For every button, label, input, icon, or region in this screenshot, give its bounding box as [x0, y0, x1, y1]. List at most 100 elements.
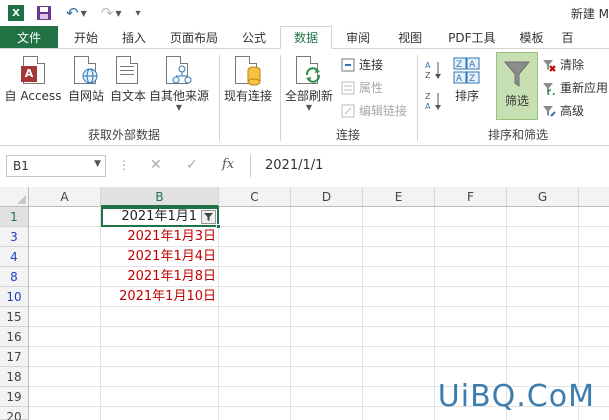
tab-file[interactable]: 文件 — [0, 26, 58, 48]
properties-icon — [341, 81, 355, 94]
group-label-sort-filter: 排序和筛选 — [488, 128, 549, 142]
table-row — [29, 327, 609, 347]
ribbon-data: A 自 Access 自网站 自文本 自其他来源 ▼ 获取外部数据 现有连接 全… — [0, 49, 609, 146]
title-bar: X ↶ ▼ ↷ ▼ ▾ 新建 M — [0, 0, 609, 26]
filter-button[interactable]: 筛选 — [496, 52, 538, 120]
group-separator — [417, 55, 418, 141]
undo-dropdown-icon[interactable]: ▼ — [81, 9, 87, 18]
row-header[interactable]: 3 — [0, 227, 29, 247]
existing-connections-icon — [235, 56, 261, 86]
row-header[interactable]: 1 — [0, 207, 29, 227]
sort-label: 排序 — [454, 89, 479, 103]
tab-data[interactable]: 数据 — [280, 26, 333, 49]
cell-b1[interactable]: 2021年1月1 — [101, 207, 221, 229]
tab-pdf-tools[interactable]: PDF工具 — [436, 26, 507, 48]
reapply-button[interactable]: 重新应用 — [542, 79, 608, 96]
refresh-icon — [296, 56, 322, 86]
filter-label: 筛选 — [504, 94, 529, 108]
column-header-f[interactable]: F — [435, 187, 507, 207]
svg-text:A: A — [456, 74, 463, 84]
sort-button[interactable]: ZAAZ 排序 — [448, 56, 486, 103]
sort-descending-icon[interactable]: ZA — [425, 91, 443, 111]
autofilter-dropdown-button[interactable] — [201, 210, 216, 224]
advanced-label: 高级 — [560, 104, 585, 118]
tab-insert[interactable]: 插入 — [108, 26, 160, 48]
column-header-b[interactable]: B — [101, 187, 219, 207]
table-row — [29, 347, 609, 367]
cell-b[interactable]: 2021年1月3日 — [101, 227, 219, 247]
row-header[interactable]: 4 — [0, 247, 29, 267]
access-icon: A — [21, 56, 45, 86]
group-label-connections: 连接 — [336, 128, 361, 142]
select-all-corner[interactable] — [0, 187, 29, 207]
svg-text:A: A — [469, 60, 476, 70]
properties-label: 属性 — [359, 81, 384, 95]
edit-links-button[interactable]: 编辑链接 — [341, 102, 407, 119]
cancel-icon[interactable]: ✕ — [150, 157, 162, 173]
tab-view[interactable]: 视图 — [384, 26, 436, 48]
other-sources-icon — [166, 56, 192, 86]
tab-templates[interactable]: 模板 — [508, 26, 556, 48]
enter-icon[interactable]: ✓ — [186, 157, 198, 173]
row-header[interactable]: 15 — [0, 307, 29, 327]
edit-links-icon — [341, 104, 355, 117]
from-text-button[interactable]: 自文本 — [107, 56, 149, 103]
connections-label: 连接 — [359, 58, 384, 72]
formula-input[interactable]: 2021/1/1 — [250, 155, 609, 177]
clear-filter-button[interactable]: 清除 — [542, 56, 584, 73]
insert-function-icon[interactable]: fx — [222, 157, 234, 172]
undo-icon[interactable]: ↶ — [66, 5, 79, 21]
cell-b[interactable]: 2021年1月8日 — [101, 267, 219, 287]
row-header[interactable]: 8 — [0, 267, 29, 287]
from-access-label: 自 Access — [4, 89, 62, 103]
advanced-filter-button[interactable]: 高级 — [542, 102, 584, 119]
row-header[interactable]: 10 — [0, 287, 29, 307]
column-header-d[interactable]: D — [291, 187, 363, 207]
customize-toolbar-icon[interactable]: ▾ — [135, 8, 140, 19]
from-access-button[interactable]: A 自 Access — [3, 56, 63, 103]
properties-button[interactable]: 属性 — [341, 79, 383, 96]
redo-dropdown-icon[interactable]: ▼ — [115, 9, 121, 18]
column-header-c[interactable]: C — [219, 187, 291, 207]
row-header[interactable]: 20 — [0, 407, 29, 420]
chevron-down-icon: ▼ — [305, 103, 313, 112]
cell-b[interactable]: 2021年1月10日 — [101, 287, 219, 307]
group-label-external-data: 获取外部数据 — [88, 128, 161, 142]
text-file-icon — [116, 56, 140, 86]
tab-home[interactable]: 开始 — [58, 26, 108, 48]
save-icon[interactable] — [36, 5, 52, 21]
column-header-g[interactable]: G — [507, 187, 579, 207]
from-other-sources-button[interactable]: 自其他来源 ▼ — [146, 56, 212, 112]
column-header-a[interactable]: A — [29, 187, 101, 207]
filter-funnel-icon — [204, 212, 213, 221]
sort-icon: ZAAZ — [453, 56, 481, 86]
web-icon — [74, 56, 98, 86]
name-box[interactable]: B1 ▼ — [6, 155, 106, 177]
redo-icon[interactable]: ↷ — [101, 5, 114, 21]
watermark-text: UiBQ.CoM — [437, 379, 595, 414]
existing-connections-label: 现有连接 — [223, 89, 272, 103]
sort-ascending-icon[interactable]: AZ — [425, 60, 443, 80]
reapply-icon — [543, 82, 555, 95]
formula-bar-grip[interactable]: ⋮ — [118, 158, 130, 172]
row-header[interactable]: 18 — [0, 367, 29, 387]
column-header-partial — [579, 187, 609, 207]
existing-connections-button[interactable]: 现有连接 — [222, 56, 274, 103]
connections-button[interactable]: 连接 — [341, 56, 383, 73]
column-header-e[interactable]: E — [363, 187, 435, 207]
row-header[interactable]: 19 — [0, 387, 29, 407]
table-row: 2021年1月3日 — [29, 227, 609, 247]
row-header[interactable]: 17 — [0, 347, 29, 367]
row-header[interactable]: 16 — [0, 327, 29, 347]
tab-review[interactable]: 审阅 — [332, 26, 384, 48]
from-web-label: 自网站 — [67, 89, 104, 103]
tab-more[interactable]: 百 — [556, 26, 580, 48]
cell-b[interactable]: 2021年1月4日 — [101, 247, 219, 267]
tab-page-layout[interactable]: 页面布局 — [160, 26, 228, 48]
refresh-all-button[interactable]: 全部刷新 ▼ — [283, 56, 335, 112]
excel-logo-icon: X — [8, 5, 24, 21]
from-web-button[interactable]: 自网站 — [65, 56, 107, 103]
table-row: 2021年1月10日 — [29, 287, 609, 307]
tab-formulas[interactable]: 公式 — [228, 26, 280, 48]
chevron-down-icon[interactable]: ▼ — [94, 159, 101, 169]
